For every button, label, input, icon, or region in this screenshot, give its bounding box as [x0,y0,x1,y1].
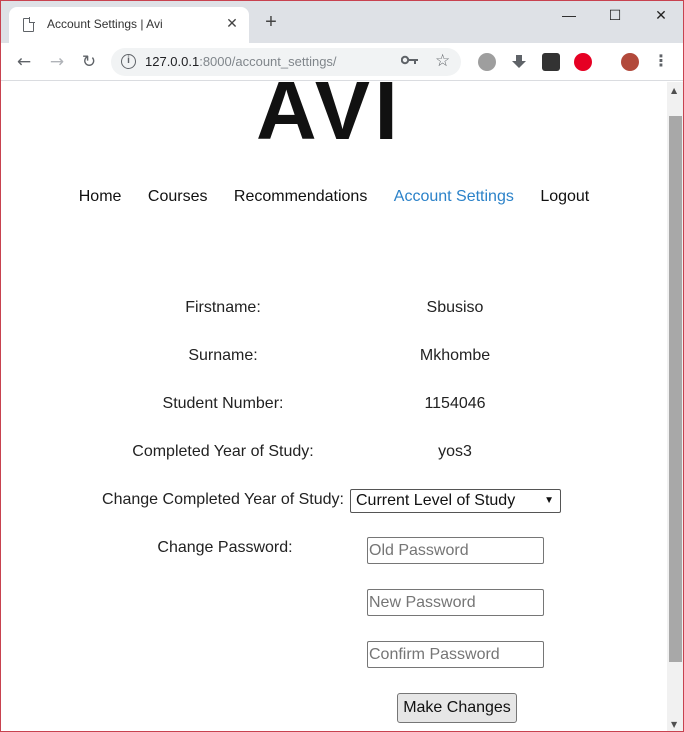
firstname-value: Sbusiso [426,299,484,316]
page-viewport: AVI Home Courses Recommendations Account… [1,82,667,731]
scroll-down-icon[interactable]: ▼ [671,720,677,729]
title-bar: Account Settings | Avi ✕ + — ☐ ✕ [1,1,683,43]
surname-value: Mkhombe [419,347,491,364]
forward-arrow-icon[interactable]: → [47,52,67,72]
old-password-input[interactable]: Old Password [367,537,544,564]
star-icon[interactable]: ☆ [435,51,450,71]
profile-icon[interactable] [621,53,639,71]
document-icon [23,17,35,32]
address-bar[interactable]: i 127.0.0.1:8000/account_settings/ ☆ [111,48,461,76]
new-tab-button[interactable]: + [261,12,281,33]
year-of-study-selected: Current Level of Study [356,492,516,509]
nav-home[interactable]: Home [79,188,122,206]
nav-logout[interactable]: Logout [540,188,589,206]
surname-label: Surname: [188,347,258,364]
browser-toolbar: ← → ↻ i 127.0.0.1:8000/account_settings/… [1,43,683,81]
site-logo: AVI [256,82,402,157]
change-password-label: Change Password: [157,539,293,556]
scroll-up-icon[interactable]: ▲ [671,86,677,95]
browser-tab[interactable]: Account Settings | Avi ✕ [9,7,249,43]
firstname-label: Firstname: [185,299,261,316]
change-year-label: Change Completed Year of Study: [102,491,344,508]
tab-title: Account Settings | Avi [47,17,163,31]
pinterest-icon[interactable] [574,53,592,71]
close-tab-icon[interactable]: ✕ [223,14,241,32]
main-nav: Home Courses Recommendations Account Set… [1,188,667,206]
student-number-label: Student Number: [162,395,284,412]
completed-year-label: Completed Year of Study: [132,443,314,460]
nav-courses[interactable]: Courses [148,188,208,206]
extension-icon[interactable] [542,53,560,71]
info-icon[interactable]: i [121,54,136,69]
maximize-button[interactable]: ☐ [600,7,630,27]
download-icon[interactable] [510,53,528,71]
scroll-thumb[interactable] [669,116,682,662]
nav-recommendations[interactable]: Recommendations [234,188,367,206]
page-scrollbar[interactable]: ▲ ▼ [667,82,683,731]
browser-window: Account Settings | Avi ✕ + — ☐ ✕ ← → ↻ i… [0,0,684,732]
confirm-password-input[interactable]: Confirm Password [367,641,544,668]
new-password-input[interactable]: New Password [367,589,544,616]
chevron-down-icon: ▼ [544,495,554,506]
close-window-button[interactable]: ✕ [646,7,676,27]
reload-icon[interactable]: ↻ [79,52,99,72]
make-changes-button[interactable]: Make Changes [397,693,517,723]
completed-year-value: yos3 [438,443,472,460]
minimize-button[interactable]: — [554,7,584,27]
year-of-study-select[interactable]: Current Level of Study ▼ [350,489,561,513]
url-text[interactable]: 127.0.0.1:8000/account_settings/ [145,54,337,69]
student-number-value: 1154046 [424,395,486,412]
back-arrow-icon[interactable]: ← [14,52,34,72]
menu-icon[interactable]: ⋮ [653,51,669,70]
key-icon[interactable] [400,54,419,70]
extension-icon[interactable] [478,53,496,71]
nav-account-settings[interactable]: Account Settings [394,188,514,206]
